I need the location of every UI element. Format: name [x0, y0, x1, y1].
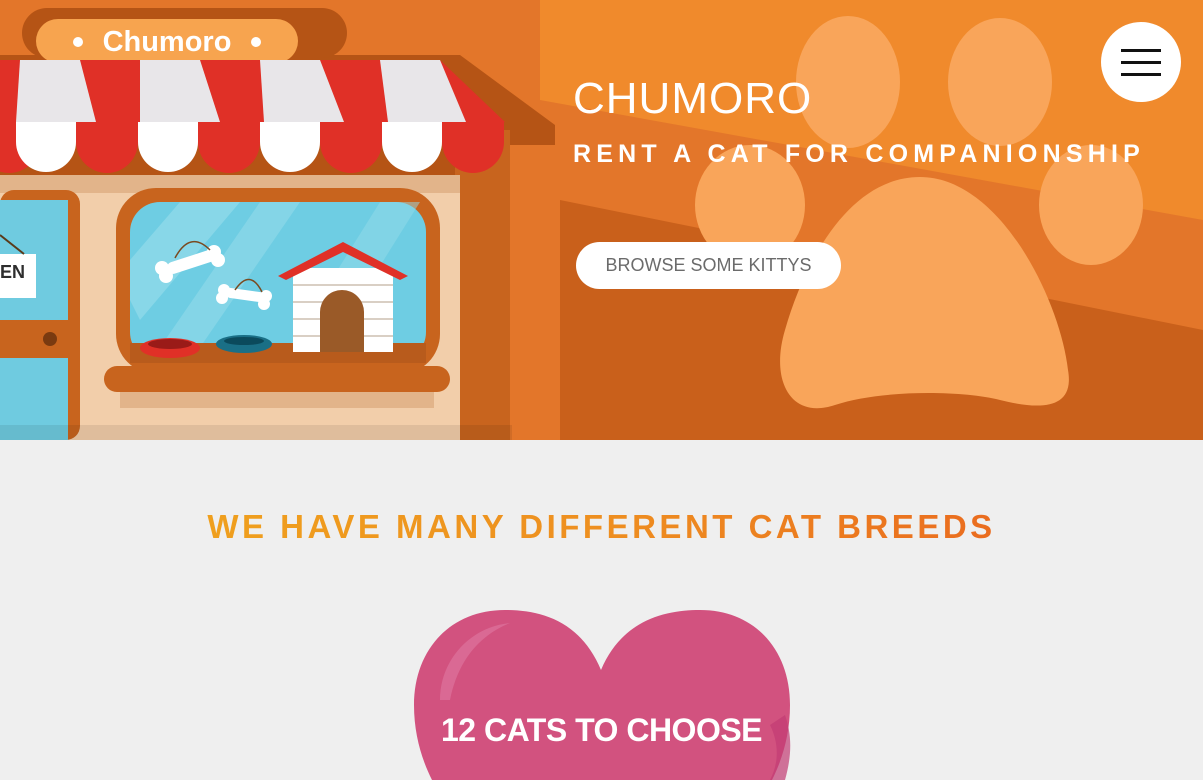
page-title: CHUMORO [573, 74, 813, 123]
heart-icon [414, 610, 791, 780]
hero-banner: Chumoro EN CHUMORO RENT A CAT FOR COMPAN… [0, 0, 1203, 440]
sign-dot-right [251, 37, 262, 47]
browse-kittys-button[interactable]: BROWSE SOME KITTYS [576, 242, 841, 289]
hero-subtitle: RENT A CAT FOR COMPANIONSHIP [573, 140, 1145, 168]
menu-button[interactable] [1101, 22, 1181, 102]
hero-illustration [0, 0, 1203, 440]
shop-sign: Chumoro [36, 20, 298, 64]
section-title: WE HAVE MANY DIFFERENT CAT BREEDS [0, 508, 1203, 546]
cats-count-label: 12 CATS TO CHOOSE [440, 712, 763, 748]
sign-dot-left [72, 37, 83, 47]
shop-sign-label: Chumoro [102, 25, 232, 58]
open-sign-label: EN [0, 262, 26, 282]
shop-illustration [0, 8, 555, 440]
